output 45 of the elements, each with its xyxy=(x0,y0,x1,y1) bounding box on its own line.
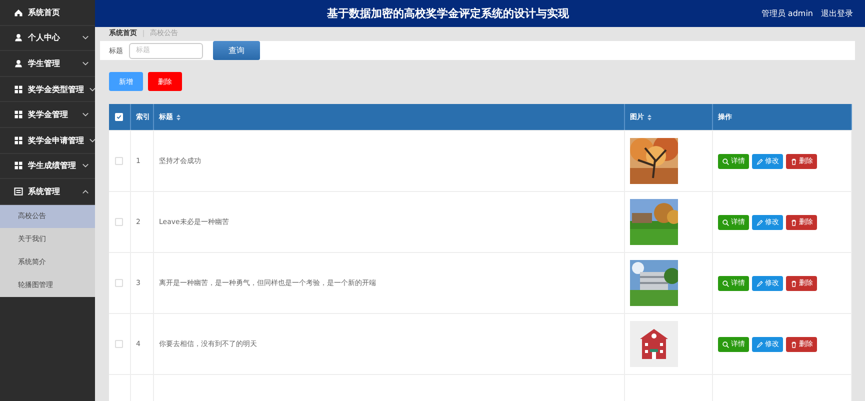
list-icon xyxy=(14,186,23,196)
sidebar-label: 学生管理 xyxy=(28,58,61,69)
row-checkbox[interactable] xyxy=(115,340,123,348)
select-all-checkbox[interactable] xyxy=(115,113,123,121)
trash-icon xyxy=(790,218,797,226)
grid-icon xyxy=(14,161,23,170)
sidebar-label: 学生成绩管理 xyxy=(28,160,77,172)
search-icon xyxy=(722,218,729,226)
grid-icon xyxy=(14,110,23,120)
sidebar-label: 系统首页 xyxy=(28,6,61,18)
sidebar-item[interactable]: 奖学金申请管理 xyxy=(0,128,95,154)
row-checkbox[interactable] xyxy=(115,157,123,165)
logout-link[interactable]: 退出登录 xyxy=(821,8,853,19)
sidebar-label: 奖学金申请管理 xyxy=(28,134,84,146)
sidebar-item[interactable]: 奖学金管理 xyxy=(0,102,95,128)
app-title: 基于数据加密的高校奖学金评定系统的设计与实现 xyxy=(326,6,570,21)
row-checkbox[interactable] xyxy=(115,279,123,287)
sidebar-item[interactable]: 学生管理 xyxy=(0,51,95,77)
trash-icon xyxy=(790,158,797,164)
trash-icon xyxy=(790,340,797,348)
sidebar-label: 个人中心 xyxy=(28,32,61,44)
trash-icon xyxy=(790,280,797,286)
sort-icon[interactable] xyxy=(176,114,181,120)
search-icon xyxy=(722,158,729,164)
search-icon xyxy=(722,340,729,348)
sort-icon[interactable] xyxy=(647,114,652,120)
user-icon xyxy=(14,33,23,42)
pencil-icon xyxy=(756,340,763,348)
pencil-icon xyxy=(756,218,763,226)
sidebar-item[interactable]: 个人中心 xyxy=(0,26,95,52)
home-icon xyxy=(14,8,23,17)
sidebar-label: 系统管理 xyxy=(28,186,61,197)
sidebar-item[interactable]: 学生成绩管理 xyxy=(0,154,95,180)
pencil-icon xyxy=(756,280,763,286)
sidebar-label: 奖学金类型管理 xyxy=(28,84,84,95)
sidebar-label: 奖学金管理 xyxy=(28,109,69,120)
grid-icon xyxy=(14,84,23,94)
query-button[interactable]: 查询 xyxy=(213,41,260,60)
user-icon xyxy=(14,58,23,68)
search-icon xyxy=(722,280,729,286)
row-checkbox[interactable] xyxy=(115,218,123,226)
user-label: 管理员 admin xyxy=(761,8,813,19)
pencil-icon xyxy=(756,158,763,164)
sidebar-item[interactable]: 奖学金类型管理 xyxy=(0,76,95,102)
grid-icon xyxy=(14,136,23,145)
